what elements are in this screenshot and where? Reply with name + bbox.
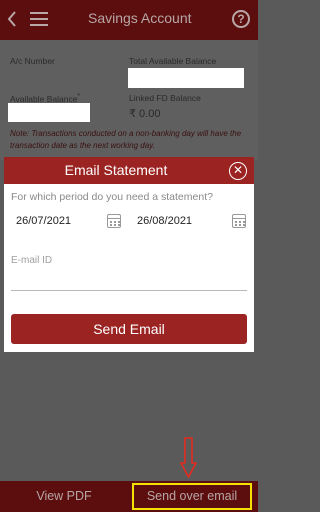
hamburger-menu-icon[interactable] <box>30 12 48 28</box>
account-details: A/c Number Total Available Balance Avail… <box>0 40 258 160</box>
to-date-field[interactable]: 26/08/2021 <box>137 215 192 227</box>
available-balance-field <box>8 103 90 122</box>
send-email-button[interactable]: Send Email <box>11 314 247 344</box>
calendar-icon[interactable] <box>232 214 246 228</box>
total-balance-field <box>128 68 244 88</box>
period-question: For which period do you need a statement… <box>11 191 213 203</box>
send-over-email-button[interactable]: Send over email <box>132 483 252 510</box>
help-icon[interactable]: ? <box>232 10 250 28</box>
close-icon[interactable]: ✕ <box>229 162 247 180</box>
total-balance-label: Total Available Balance <box>129 56 217 66</box>
dialog-header: Email Statement ✕ <box>4 157 254 184</box>
ac-number-label: A/c Number <box>10 56 55 66</box>
page-title: Savings Account <box>88 10 192 26</box>
banking-day-note: Note: Transactions conducted on a non-ba… <box>10 129 242 150</box>
linked-fd-value: ₹ 0.00 <box>129 108 161 120</box>
app-header: Savings Account ? <box>0 0 258 40</box>
down-arrow-icon <box>180 437 197 478</box>
linked-fd-label: Linked FD Balance <box>129 93 201 103</box>
bottom-action-bar: View PDF Send over email <box>0 481 258 512</box>
from-date-field[interactable]: 26/07/2021 <box>16 215 71 227</box>
email-statement-dialog: Email Statement ✕ For which period do yo… <box>4 157 254 352</box>
back-arrow-icon[interactable] <box>4 8 20 30</box>
email-input[interactable]: E-mail ID <box>11 255 52 266</box>
view-pdf-button[interactable]: View PDF <box>0 481 128 512</box>
calendar-icon[interactable] <box>107 214 121 228</box>
dialog-title: Email Statement <box>64 162 168 178</box>
email-underline <box>11 290 247 291</box>
